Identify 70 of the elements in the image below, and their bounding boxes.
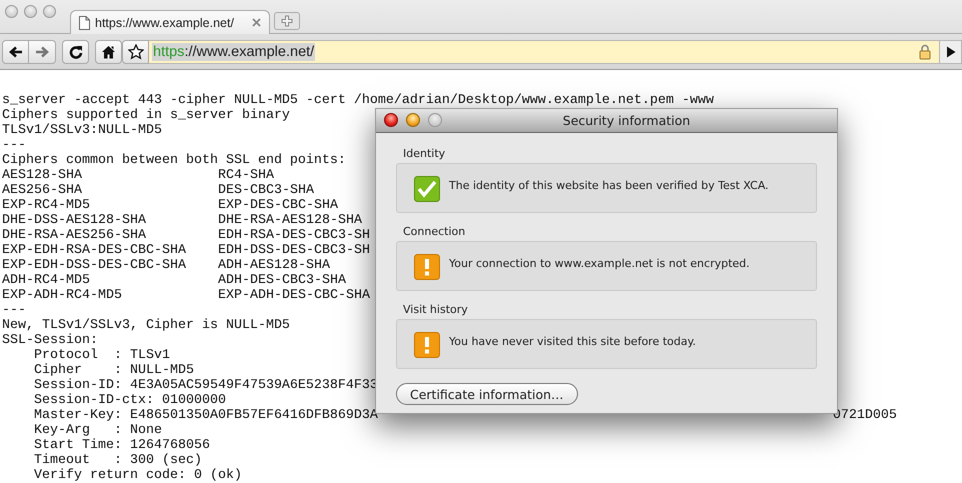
cipher-name: EXP-EDH-RSA-DES-CBC-SHA xyxy=(2,243,187,258)
cipher-name: AES256-SHA xyxy=(2,183,83,198)
output-line: Start Time: 1264768056 xyxy=(32,438,210,453)
cipher-name: ADH-RC4-MD5 xyxy=(2,273,91,288)
play-triangle-icon xyxy=(946,46,956,58)
cipher-name: ADH-AES128-SHA xyxy=(218,258,330,273)
cipher-name: DHE-DSS-AES128-SHA xyxy=(2,213,147,228)
cipher-name: RC4-SHA xyxy=(218,168,274,183)
forward-arrow-icon xyxy=(35,46,49,58)
close-light[interactable] xyxy=(384,113,398,127)
dialog-title: Security information xyxy=(562,113,692,128)
cipher-name: DHE-RSA-AES256-SHA xyxy=(2,228,147,243)
output-line: Master-Key: E486501350A0FB57EF6416DFB869D3A xyxy=(32,408,378,423)
output-line: Verify return code: 0 (ok) xyxy=(32,468,242,483)
bookmark-star-button[interactable] xyxy=(122,40,149,64)
warning-icon xyxy=(414,254,440,280)
home-icon xyxy=(101,44,116,58)
address-field[interactable]: https://www.example.net/ xyxy=(149,40,940,64)
minimize-light[interactable] xyxy=(24,5,37,18)
cipher-name: ADH-DES-CBC3-SHA xyxy=(218,273,346,288)
output-line: New, TLSv1/SSLv3, Cipher is NULL-MD5 xyxy=(2,318,290,333)
section-heading: Connection xyxy=(403,225,466,238)
output-line: Ciphers common between both SSL end points: xyxy=(2,153,346,168)
home-button[interactable] xyxy=(95,40,122,64)
cipher-name: EDH-DSS-DES-CBC3-SH xyxy=(218,243,370,258)
checkmark-icon xyxy=(414,176,440,202)
info-message: The identity of this website has been verified by Test XCA. xyxy=(449,178,769,192)
cipher-name: DES-CBC3-SHA xyxy=(218,183,314,198)
zoom-light[interactable] xyxy=(428,113,442,127)
back-button[interactable] xyxy=(2,40,29,64)
zoom-light[interactable] xyxy=(43,5,56,18)
output-line: SSL-Session: xyxy=(2,333,98,348)
output-line: Session-ID: 4E3A05AC59549F47539A6E5238F4F33 xyxy=(32,378,378,393)
star-icon xyxy=(128,44,144,60)
cipher-name: EDH-RSA-DES-CBC3-SH xyxy=(218,228,370,243)
minimize-light[interactable] xyxy=(406,113,420,127)
cipher-name: DHE-RSA-AES128-SHA xyxy=(218,213,362,228)
plus-icon xyxy=(281,15,293,27)
forward-button[interactable] xyxy=(29,40,56,64)
info-message: You have never visited this site before today. xyxy=(449,334,696,348)
lock-icon xyxy=(919,44,931,60)
output-line: Cipher : NULL-MD5 xyxy=(32,363,194,378)
certificate-information-button[interactable]: Certificate information… xyxy=(396,383,578,405)
cipher-name: EXP-EDH-DSS-DES-CBC-SHA xyxy=(2,258,187,273)
cipher-name: EXP-ADH-DES-CBC-SHA xyxy=(218,288,370,303)
section-heading: Identity xyxy=(403,147,446,160)
cipher-name: AES128-SHA xyxy=(2,168,83,183)
close-icon[interactable] xyxy=(252,18,261,27)
output-line: --- xyxy=(2,303,26,318)
browser-tab[interactable]: https://www.example.net/ xyxy=(70,10,270,34)
output-line: Session-ID-ctx: 01000000 xyxy=(32,393,226,408)
output-line: Timeout : 300 (sec) xyxy=(32,453,202,468)
cipher-name: EXP-ADH-RC4-MD5 xyxy=(2,288,123,303)
go-button[interactable] xyxy=(940,40,962,64)
page-icon xyxy=(79,16,90,30)
reload-button[interactable] xyxy=(62,40,89,64)
warning-icon xyxy=(414,332,440,358)
section-heading: Visit history xyxy=(403,303,468,316)
output-line: Ciphers supported in s_server binary xyxy=(2,108,290,123)
back-arrow-icon xyxy=(8,46,22,58)
cipher-name: EXP-RC4-MD5 xyxy=(2,198,91,213)
cipher-name: EXP-DES-CBC-SHA xyxy=(218,198,338,213)
output-line: s_server -accept 443 -cipher NULL-MD5 -cert /home/adrian/Desktop/www.example.net.pem -www xyxy=(2,93,714,108)
new-tab-button[interactable] xyxy=(274,12,300,30)
output-line: --- xyxy=(2,138,26,153)
output-line: TLSv1/SSLv3:NULL-MD5 xyxy=(2,123,162,138)
reload-icon xyxy=(68,44,82,58)
output-line: Protocol : TLSv1 xyxy=(32,348,170,363)
output-line: Key-Arg : None xyxy=(32,423,162,438)
info-message: Your connection to www.example.net is not encrypted. xyxy=(449,256,750,270)
